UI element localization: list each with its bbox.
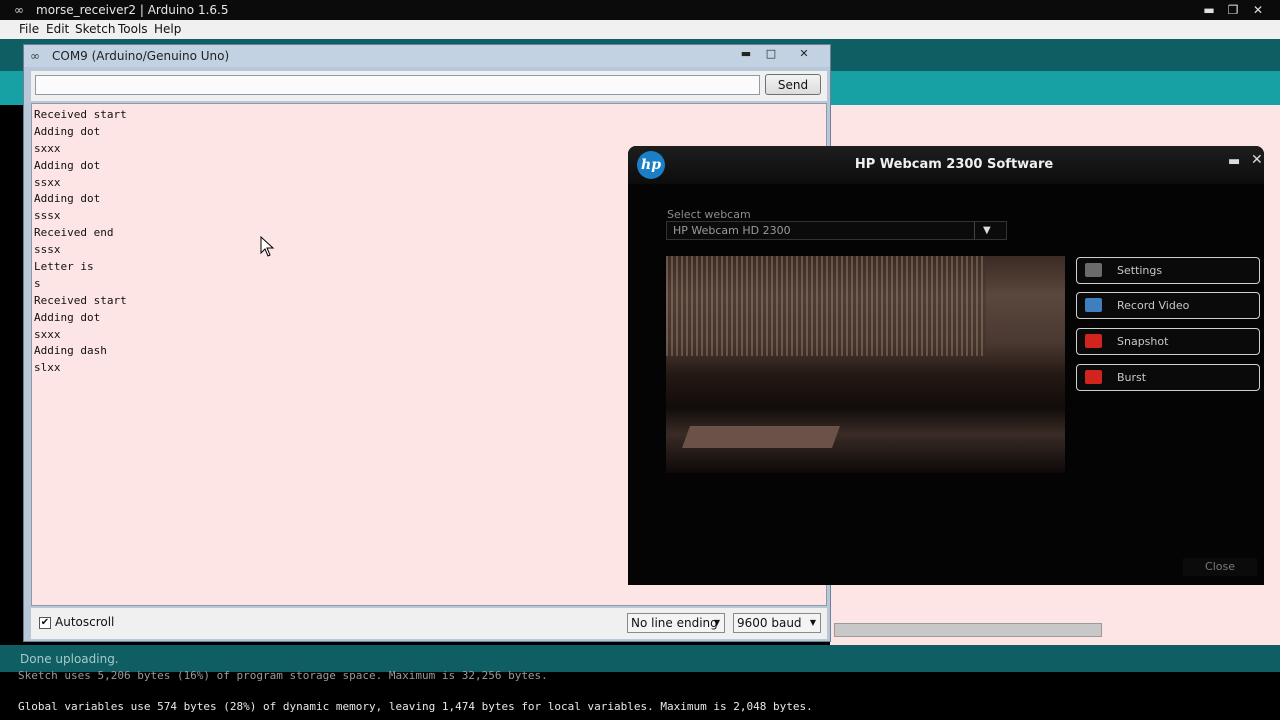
snapshot-label: Snapshot — [1117, 335, 1169, 348]
restore-icon[interactable]: ❐ — [1222, 0, 1244, 20]
preview-breadboard — [681, 426, 841, 448]
select-webcam-label: Select webcam — [667, 208, 751, 221]
autoscroll-label: Autoscroll — [55, 615, 115, 629]
status-text: Done uploading. — [20, 652, 119, 666]
ide-horizontal-scrollbar[interactable] — [834, 623, 1102, 637]
serial-monitor-title: COM9 (Arduino/Genuino Uno) — [52, 49, 230, 63]
ide-status-bar: Done uploading. — [0, 645, 1280, 672]
autoscroll-checkbox[interactable]: ✔ — [39, 617, 51, 629]
hp-titlebar: hp HP Webcam 2300 Software ▬ ✕ — [628, 146, 1264, 184]
close-icon[interactable]: ✕ — [1251, 152, 1263, 168]
ide-window-title: morse_receiver2 | Arduino 1.6.5 — [36, 3, 229, 17]
snapshot-icon — [1085, 334, 1102, 348]
hp-webcam-window: hp HP Webcam 2300 Software ▬ ✕ Select we… — [628, 146, 1264, 585]
arduino-logo-icon: ∞ — [30, 49, 40, 63]
mouse-cursor-icon — [260, 236, 275, 257]
menu-edit[interactable]: Edit — [46, 20, 69, 39]
record-video-label: Record Video — [1117, 299, 1190, 312]
webcam-select[interactable]: HP Webcam HD 2300 ▼ — [666, 221, 1007, 240]
burst-button[interactable]: Burst — [1076, 364, 1260, 391]
record-video-button[interactable]: Record Video — [1076, 292, 1260, 319]
select-divider — [974, 222, 975, 239]
video-camera-icon — [1085, 298, 1102, 312]
gear-icon — [1085, 263, 1102, 277]
output-line: Adding dot — [34, 124, 101, 138]
menu-file[interactable]: File — [19, 20, 39, 39]
ide-menubar: File Edit Sketch Tools Help — [0, 20, 1280, 39]
webcam-select-value: HP Webcam HD 2300 — [673, 224, 791, 237]
settings-label: Settings — [1117, 264, 1163, 277]
line-ending-select[interactable]: No line ending ▼ — [627, 613, 725, 633]
serial-input-row: Send — [31, 71, 827, 101]
preview-radiator — [666, 256, 986, 356]
close-button[interactable]: Close — [1183, 558, 1257, 576]
console-line: Global variables use 574 bytes (28%) of … — [18, 700, 813, 713]
console-line: Sketch uses 5,206 bytes (16%) of program… — [18, 669, 548, 682]
chevron-down-icon: ▼ — [983, 225, 991, 236]
output-line: Received start — [34, 108, 127, 121]
burst-label: Burst — [1117, 371, 1147, 384]
serial-bottom-bar: ✔ Autoscroll No line ending ▼ 9600 baud … — [31, 608, 827, 639]
menu-sketch[interactable]: Sketch — [75, 20, 115, 39]
arduino-logo-icon: ∞ — [14, 3, 24, 17]
minimize-icon[interactable]: ▬ — [734, 46, 758, 62]
settings-button[interactable]: Settings — [1076, 257, 1260, 284]
line-ending-value: No line ending — [631, 616, 718, 630]
chevron-down-icon: ▼ — [809, 618, 816, 627]
serial-send-input[interactable] — [35, 75, 760, 95]
menu-help[interactable]: Help — [154, 20, 181, 39]
chevron-down-icon: ▼ — [713, 618, 720, 627]
burst-icon — [1085, 370, 1102, 384]
minimize-icon[interactable]: ▬ — [1228, 154, 1240, 169]
menu-tools[interactable]: Tools — [118, 20, 148, 39]
maximize-icon[interactable]: □ — [759, 46, 783, 62]
close-icon[interactable]: ✕ — [792, 46, 816, 62]
hp-window-title: HP Webcam 2300 Software — [854, 157, 1054, 172]
webcam-preview — [666, 256, 1065, 473]
baud-rate-select[interactable]: 9600 baud ▼ — [733, 613, 821, 633]
minimize-icon[interactable]: ▬ — [1198, 0, 1220, 20]
ide-console: Sketch uses 5,206 bytes (16%) of program… — [0, 669, 1280, 720]
close-icon[interactable]: ✕ — [1247, 0, 1269, 20]
serial-monitor-titlebar: ∞ COM9 (Arduino/Genuino Uno) ▬ □ ✕ — [24, 45, 830, 67]
ide-titlebar: ∞ morse_receiver2 | Arduino 1.6.5 ▬ ❐ ✕ — [0, 0, 1280, 20]
baud-rate-value: 9600 baud — [737, 616, 802, 630]
snapshot-button[interactable]: Snapshot — [1076, 328, 1260, 355]
send-button[interactable]: Send — [765, 74, 821, 95]
